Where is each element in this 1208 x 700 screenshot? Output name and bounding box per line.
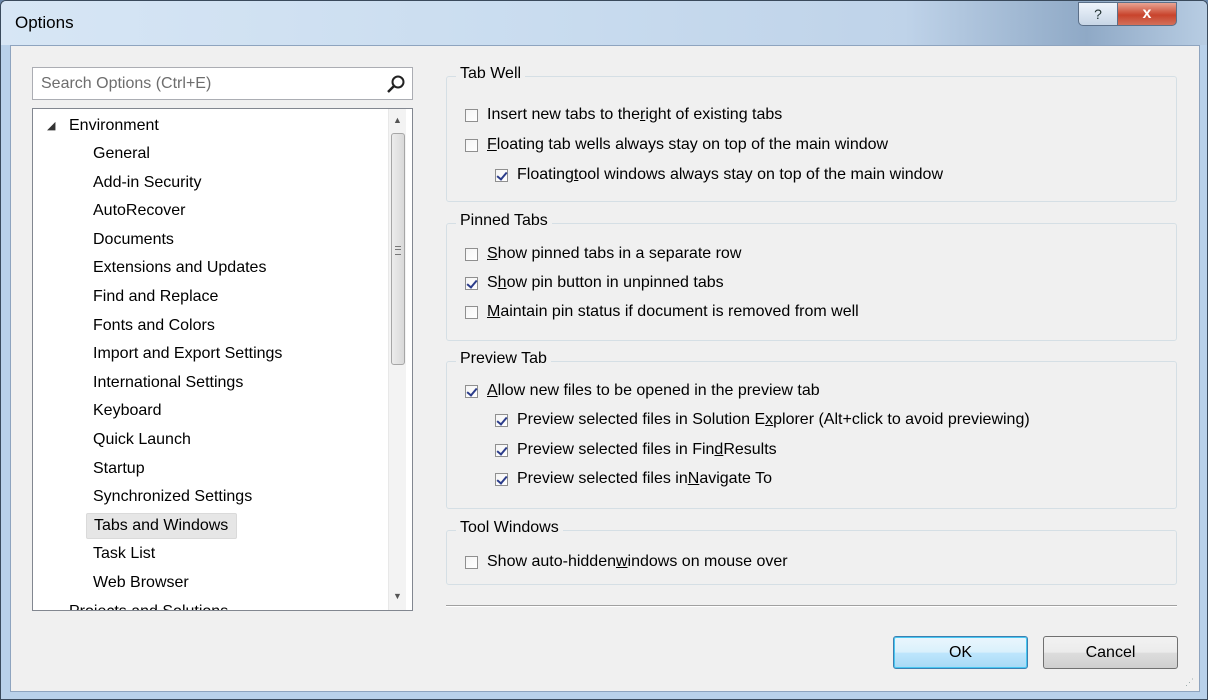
tree-node-environment[interactable]: ◢ Environment: [47, 117, 159, 135]
tree-item[interactable]: Import and Export Settings: [86, 341, 290, 367]
search-icon[interactable]: [386, 74, 406, 94]
option-label-post: loating tab wells always stay on top of …: [496, 136, 889, 153]
tree-item[interactable]: General: [86, 141, 158, 167]
ok-button[interactable]: OK: [893, 636, 1028, 669]
option-pinned-tabs-2[interactable]: Maintain pin status if document is remov…: [465, 303, 859, 321]
option-label-post: Results: [723, 441, 777, 458]
checkbox[interactable]: [465, 305, 478, 319]
options-tree[interactable]: ◢ Environment General Add-in Security Auto…: [32, 108, 413, 611]
option-label-pre: Floating: [517, 166, 574, 183]
option-label-ul: x: [765, 411, 774, 428]
option-tab-well-1[interactable]: Floating tab wells always stay on top of…: [465, 136, 888, 154]
tree-item[interactable]: Synchronized Settings: [86, 484, 260, 510]
option-preview-tab-0[interactable]: Allow new files to be opened in the prev…: [465, 382, 820, 400]
option-label-post: plorer (Alt+click to avoid previewing): [773, 411, 1030, 428]
option-label-post: ow pin button in unpinned tabs: [506, 274, 724, 291]
tree-item[interactable]: Keyboard: [86, 398, 170, 424]
option-label-pre: Preview selected files in Fin: [517, 441, 715, 458]
option-pinned-tabs-0[interactable]: Show pinned tabs in a separate row: [465, 245, 741, 263]
checkbox[interactable]: [495, 413, 508, 427]
checkbox[interactable]: [465, 555, 478, 569]
option-tab-well-2[interactable]: Floating t ool windows always stay on top…: [495, 166, 943, 184]
option-preview-tab-1[interactable]: Preview selected files in Solution Ex plo…: [495, 411, 1030, 429]
option-preview-tab-3[interactable]: Preview selected files in Navigate To: [495, 470, 772, 488]
tree-item[interactable]: Add-in Security: [86, 170, 210, 196]
option-label-ul: S: [487, 245, 498, 262]
scrollbar-thumb[interactable]: [391, 133, 405, 365]
group-label-pinned-tabs: Pinned Tabs: [456, 212, 552, 230]
option-label-ul: A: [487, 382, 498, 399]
checkbox[interactable]: [465, 247, 478, 261]
separator: [446, 605, 1177, 607]
tree-item[interactable]: Web Browser: [86, 570, 197, 596]
tree-item[interactable]: Tabs and Windows: [86, 512, 238, 539]
tree-scrollbar[interactable]: ▲ ▼: [388, 109, 406, 610]
checkbox[interactable]: [465, 384, 478, 398]
option-preview-tab-2[interactable]: Preview selected files in Fin d Results: [495, 441, 777, 459]
cancel-button[interactable]: Cancel: [1043, 636, 1178, 669]
tree-item[interactable]: Fonts and Colors: [86, 313, 223, 339]
option-label-post: ight of existing tabs: [645, 106, 783, 123]
checkbox[interactable]: [465, 108, 478, 122]
options-dialog: Options ? x Search Options (Ctrl+E) ◢ En…: [0, 0, 1208, 700]
search-options-input[interactable]: Search Options (Ctrl+E): [32, 67, 413, 100]
search-placeholder: Search Options (Ctrl+E): [41, 75, 212, 92]
option-label-pre: Preview selected files in: [517, 470, 688, 487]
option-label-post: llow new files to be opened in the previ…: [497, 382, 820, 399]
tree-item[interactable]: Quick Launch: [86, 427, 199, 453]
close-button[interactable]: x: [1117, 2, 1177, 26]
option-label-post: indows on mouse over: [627, 553, 788, 570]
option-label-pre: Insert new tabs to the: [487, 106, 640, 123]
option-label-pre: Show auto-hidden: [487, 553, 616, 570]
checkbox[interactable]: [465, 138, 478, 152]
option-label-ul: w: [615, 553, 628, 570]
expanded-triangle-icon[interactable]: ◢: [47, 121, 57, 132]
tree-item[interactable]: Extensions and Updates: [86, 255, 274, 281]
option-label-post: ool windows always stay on top of the ma…: [578, 166, 944, 183]
grip-icon: [395, 246, 401, 255]
option-label-ul: N: [687, 470, 700, 487]
option-label-ul: M: [487, 303, 501, 320]
tree-item[interactable]: Documents: [86, 227, 182, 253]
dialog-title: Options: [15, 13, 74, 32]
group-label-tool-windows: Tool Windows: [456, 519, 563, 537]
checkbox[interactable]: [495, 443, 508, 457]
option-tab-well-0[interactable]: Insert new tabs to the r ight of existing…: [465, 106, 782, 124]
scroll-down-arrow-icon[interactable]: ▼: [389, 587, 406, 604]
tree-item[interactable]: Startup: [86, 456, 153, 482]
tree-item[interactable]: International Settings: [86, 370, 251, 396]
option-label-post: how pinned tabs in a separate row: [497, 245, 742, 262]
group-label-tab-well: Tab Well: [456, 65, 526, 83]
option-label-pre: S: [487, 274, 498, 291]
dialog-client-area: Search Options (Ctrl+E) ◢ Environment Ge…: [10, 45, 1200, 692]
scroll-up-arrow-icon[interactable]: ▲: [389, 111, 406, 128]
option-label-pre: Preview selected files in Solution E: [517, 411, 766, 428]
option-pinned-tabs-1[interactable]: Sh ow pin button in unpinned tabs: [465, 274, 724, 292]
tree-item[interactable]: Task List: [86, 541, 163, 567]
help-button[interactable]: ?: [1078, 2, 1118, 26]
resize-grip-icon[interactable]: ⋰: [1185, 677, 1197, 689]
option-label-ul: F: [487, 136, 497, 153]
option-label-post: aintain pin status if document is remove…: [500, 303, 859, 320]
tree-item[interactable]: AutoRecover: [86, 198, 194, 224]
group-label-preview-tab: Preview Tab: [456, 350, 551, 368]
option-label-ul: h: [497, 274, 507, 291]
tree-item[interactable]: Find and Replace: [86, 284, 226, 310]
option-label-post: avigate To: [699, 470, 772, 487]
title-bar[interactable]: Options ? x: [1, 1, 1207, 45]
tree-node-label: Environment: [69, 117, 159, 134]
checkbox[interactable]: [465, 276, 478, 290]
checkbox[interactable]: [495, 472, 508, 486]
checkbox[interactable]: [495, 168, 508, 182]
option-tool-windows-0[interactable]: Show auto-hidden w indows on mouse over: [465, 553, 788, 571]
tree-node-partial[interactable]: Projects and Solutions: [69, 603, 228, 610]
option-label-ul: d: [714, 441, 724, 458]
